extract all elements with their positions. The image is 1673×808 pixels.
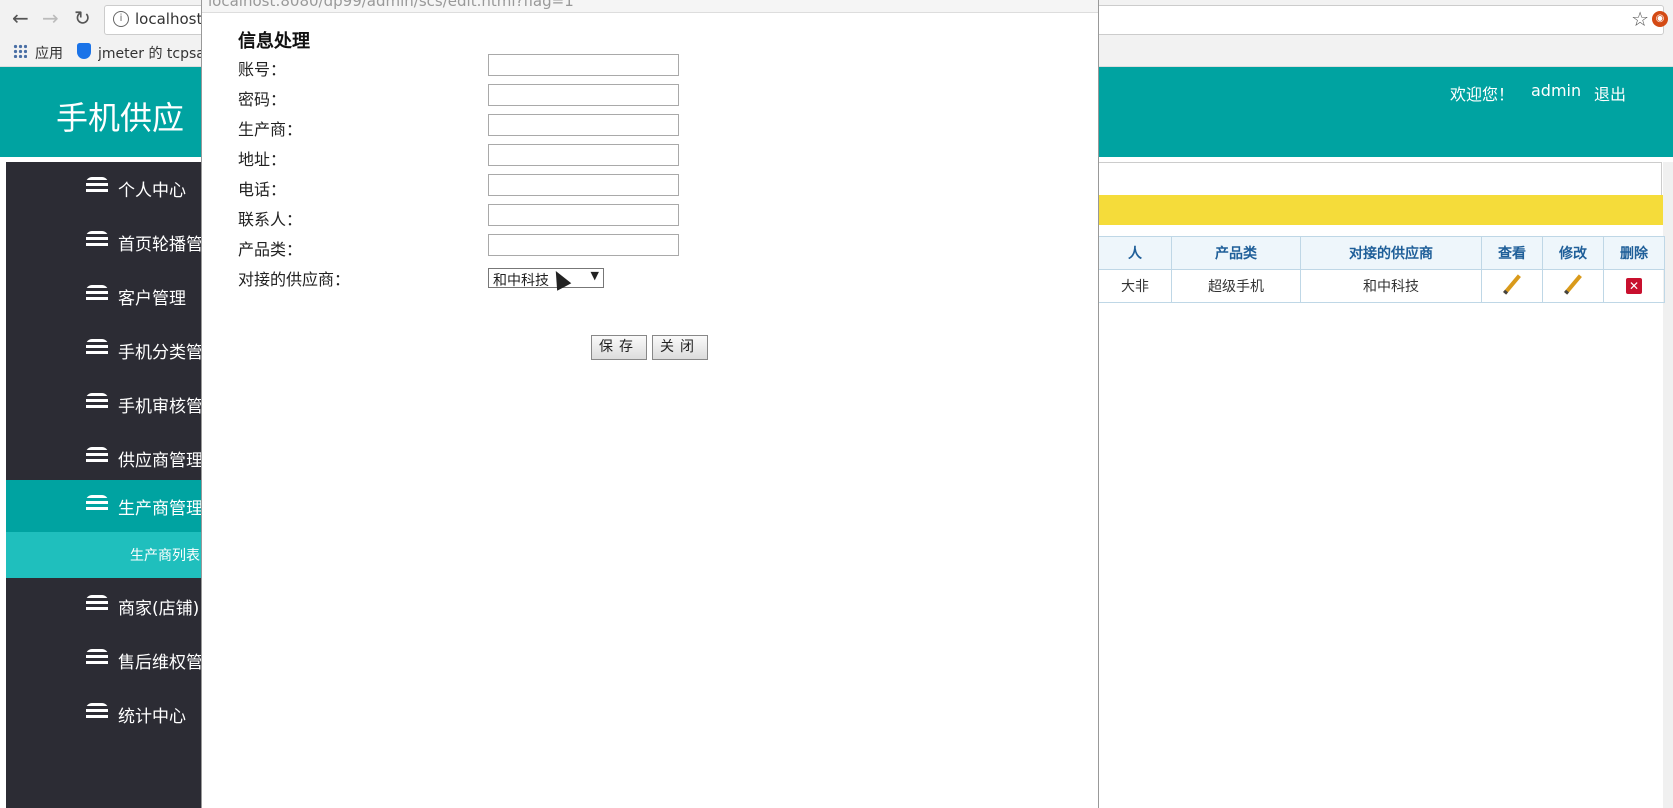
table-header-row: 人 产品类 对接的供应商 查看 修改 删除 <box>1098 236 1665 270</box>
sidebar: 个人中心 首页轮播管 客户管理 手机分类管 手机审核管 供应商管理 生产商管理 … <box>6 162 203 808</box>
info-icon[interactable]: i <box>113 11 129 27</box>
sidebar-subitem-label: 生产商列表 <box>130 548 200 564</box>
url-text: localhost <box>135 10 203 28</box>
forward-icon[interactable]: → <box>42 8 59 28</box>
sidebar-item-phone-category[interactable]: 手机分类管 <box>6 324 203 376</box>
column-header: 查看 <box>1481 236 1543 270</box>
delete-icon[interactable]: ✕ <box>1626 278 1642 294</box>
popup-url: localhost:8080/dp99/admin/scs/edit.html?… <box>208 0 574 10</box>
manufacturer-label: 生产商： <box>238 120 303 139</box>
welcome-text: 欢迎您！ <box>1450 85 1515 104</box>
stack-icon <box>86 595 108 613</box>
sidebar-subitem-manufacturer-list[interactable]: 生产商列表 <box>6 532 202 578</box>
table-row: 大非 超级手机 和中科技 ✕ <box>1098 269 1665 303</box>
stack-icon <box>86 495 108 513</box>
contact-label: 联系人： <box>238 210 303 229</box>
supplier-label: 对接的供应商： <box>238 270 351 289</box>
supplier-select-value: 和中科技 <box>493 273 549 289</box>
bookmark-apps[interactable]: 应用 <box>35 43 63 63</box>
sidebar-item-profile[interactable]: 个人中心 <box>6 162 202 214</box>
product-cell: 超级手机 <box>1171 269 1301 303</box>
apps-grid-icon[interactable] <box>13 44 27 58</box>
shield-icon <box>77 43 91 59</box>
close-button[interactable]: 关闭 <box>652 335 708 360</box>
column-header: 产品类 <box>1171 236 1301 270</box>
edit-pencil-icon[interactable] <box>1564 273 1582 295</box>
sidebar-item-label: 统计中心 <box>118 707 186 727</box>
contact-input[interactable] <box>488 204 679 226</box>
product-category-input[interactable] <box>488 234 679 256</box>
stack-icon <box>86 285 108 303</box>
sidebar-item-customers[interactable]: 客户管理 <box>6 270 202 322</box>
product-category-label: 产品类： <box>238 240 303 259</box>
popup-address-strip: localhost:8080/dp99/admin/scs/edit.html?… <box>202 0 1098 13</box>
supplier-cell: 和中科技 <box>1300 269 1482 303</box>
chevron-down-icon: ▼ <box>590 269 599 282</box>
supplier-select[interactable]: 和中科技 ▼ <box>488 268 604 289</box>
stack-icon <box>86 703 108 721</box>
content-toolbar <box>1098 162 1662 197</box>
column-header: 对接的供应商 <box>1300 236 1482 270</box>
sidebar-item-label: 售后维权管 <box>118 653 203 673</box>
column-header: 人 <box>1098 236 1172 270</box>
column-header: 删除 <box>1603 236 1665 270</box>
sidebar-item-merchants[interactable]: 商家(店铺) <box>6 580 202 632</box>
stack-icon <box>86 231 108 249</box>
notice-bar <box>1098 195 1663 225</box>
stack-icon <box>86 649 108 667</box>
address-label: 地址： <box>238 150 287 169</box>
view-pencil-icon[interactable] <box>1503 273 1521 295</box>
app-title: 手机供应 <box>56 99 185 137</box>
sidebar-item-carousel[interactable]: 首页轮播管 <box>6 216 203 268</box>
password-label: 密码： <box>238 90 287 109</box>
sidebar-item-statistics[interactable]: 统计中心 <box>6 688 202 740</box>
sidebar-item-manufacturers[interactable]: 生产商管理 <box>6 480 203 532</box>
back-icon[interactable]: ← <box>12 8 29 28</box>
manufacturer-table: 人 产品类 对接的供应商 查看 修改 删除 大非 超级手机 和中科技 ✕ <box>1098 236 1665 303</box>
bookmark-jmeter[interactable]: jmeter 的 tcpsar <box>98 43 202 63</box>
sidebar-item-label: 客户管理 <box>118 289 186 309</box>
user-link[interactable]: admin <box>1531 81 1581 100</box>
logout-link[interactable]: 退出 <box>1594 81 1626 105</box>
sidebar-item-label: 商家(店铺) <box>118 599 200 619</box>
stack-icon <box>86 393 108 411</box>
extension-icon[interactable]: ◉ <box>1652 11 1668 27</box>
phone-label: 电话： <box>238 180 287 199</box>
column-header: 修改 <box>1542 236 1604 270</box>
sidebar-item-phone-review[interactable]: 手机审核管 <box>6 378 203 430</box>
reload-icon[interactable]: ↻ <box>74 8 91 28</box>
account-label: 账号： <box>238 60 287 79</box>
sidebar-item-label: 个人中心 <box>118 181 186 201</box>
sidebar-item-after-sales[interactable]: 售后维权管 <box>6 634 203 686</box>
sidebar-item-label: 首页轮播管 <box>118 235 203 255</box>
sidebar-item-label: 手机分类管 <box>118 343 203 363</box>
stack-icon <box>86 447 108 465</box>
sidebar-item-label: 供应商管理 <box>118 451 203 471</box>
edit-cell <box>1542 269 1604 303</box>
save-button[interactable]: 保存 <box>591 335 647 360</box>
phone-input[interactable] <box>488 174 679 196</box>
bookmark-star-icon[interactable]: ☆ <box>1631 7 1649 31</box>
password-input[interactable] <box>488 84 679 106</box>
form-title: 信息处理 <box>238 31 310 52</box>
sidebar-item-label: 手机审核管 <box>118 397 203 417</box>
delete-cell: ✕ <box>1603 269 1665 303</box>
sidebar-item-suppliers[interactable]: 供应商管理 <box>6 432 203 484</box>
stack-icon <box>86 177 108 195</box>
address-input[interactable] <box>488 144 679 166</box>
manufacturer-input[interactable] <box>488 114 679 136</box>
sidebar-item-label: 生产商管理 <box>118 499 203 519</box>
stack-icon <box>86 339 108 357</box>
edit-popup-window: localhost:8080/dp99/admin/scs/edit.html?… <box>201 0 1099 808</box>
contact-cell: 大非 <box>1098 269 1172 303</box>
view-cell <box>1481 269 1543 303</box>
account-input[interactable] <box>488 54 679 76</box>
